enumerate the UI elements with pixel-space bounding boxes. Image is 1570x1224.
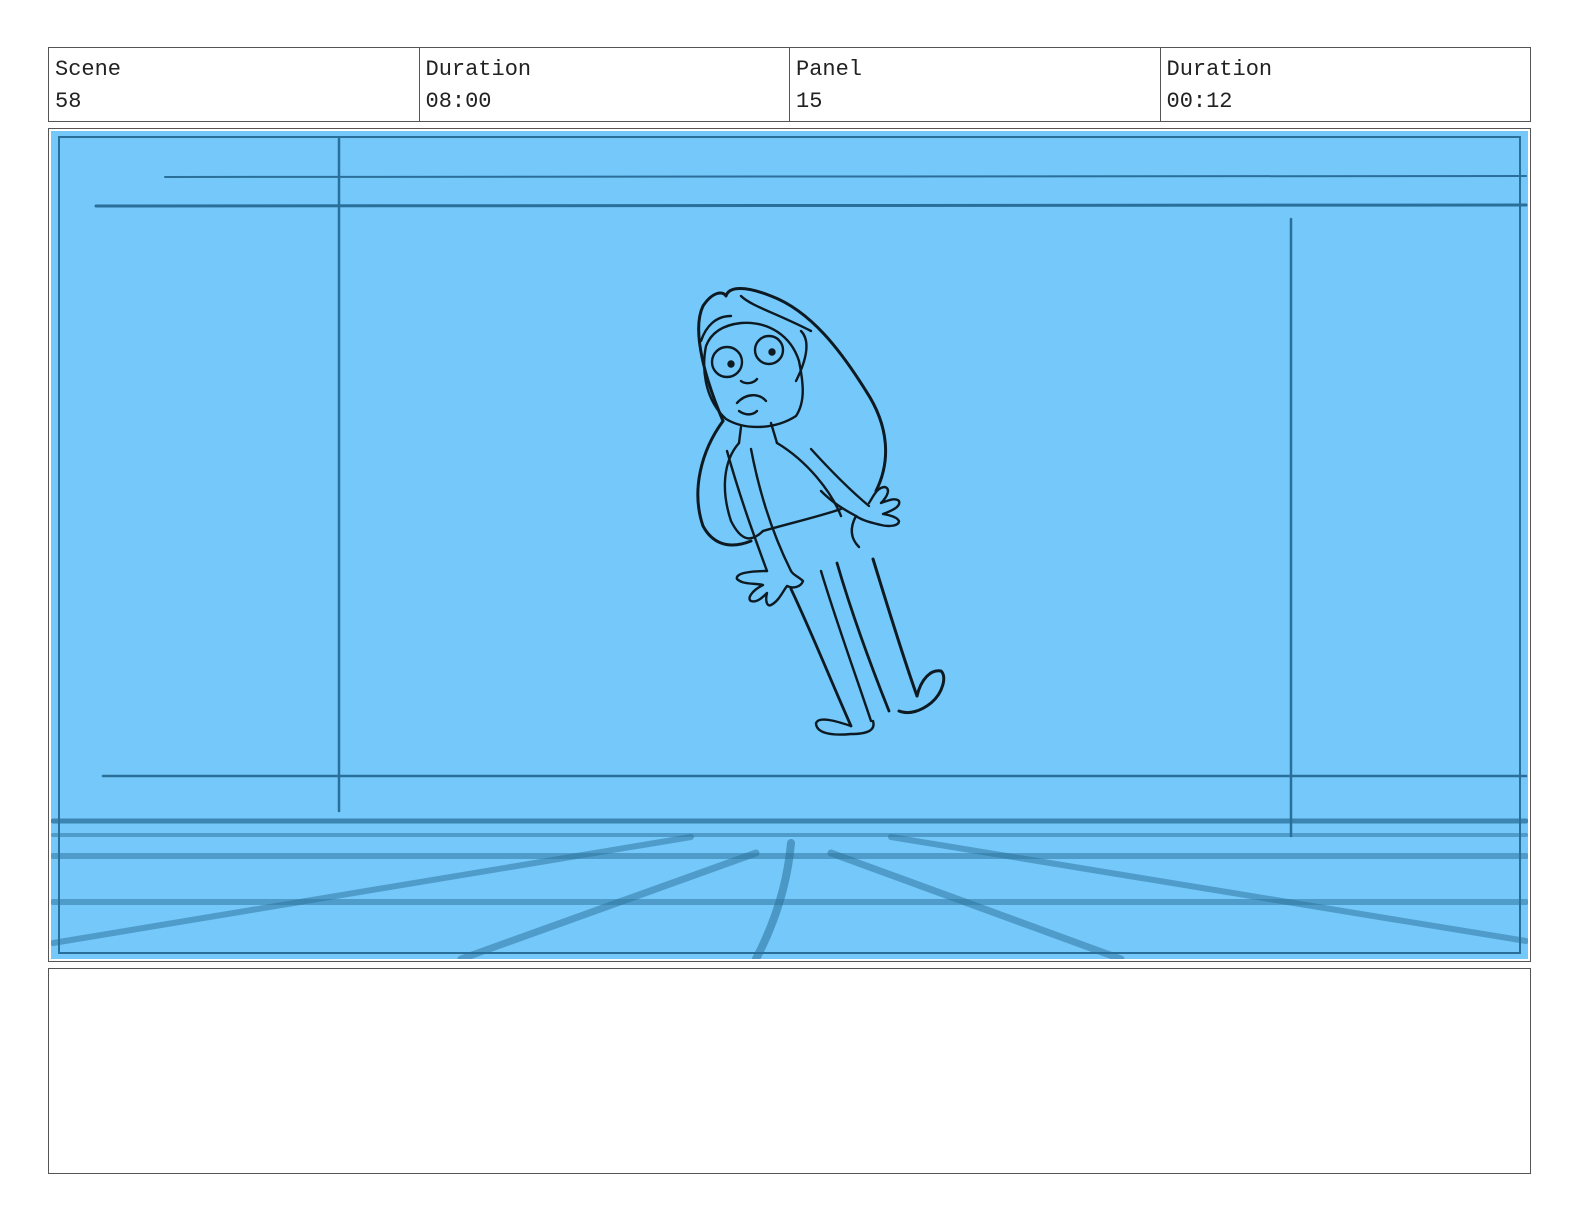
panel-duration-cell: Duration 00:12 [1161, 48, 1531, 121]
panel-cell: Panel 15 [790, 48, 1161, 121]
scene-duration-value: 08:00 [425, 89, 492, 114]
panel-number: 15 [796, 89, 823, 114]
scene-number: 58 [55, 89, 82, 114]
scene-duration-cell: Duration 08:00 [420, 48, 790, 121]
scene-label: Scene [55, 57, 122, 82]
scene-cell: Scene 58 [49, 48, 420, 121]
storyboard-panel [48, 128, 1531, 962]
panel-duration-value: 00:12 [1166, 89, 1233, 114]
storyboard-header: Scene 58 Duration 08:00 Panel 15 Duratio… [48, 47, 1531, 122]
panel-notes [48, 968, 1531, 1174]
panel-label: Panel [796, 57, 863, 82]
panel-duration-label: Duration [1166, 57, 1273, 82]
panel-drawing [51, 131, 1528, 959]
scene-duration-label: Duration [425, 57, 532, 82]
